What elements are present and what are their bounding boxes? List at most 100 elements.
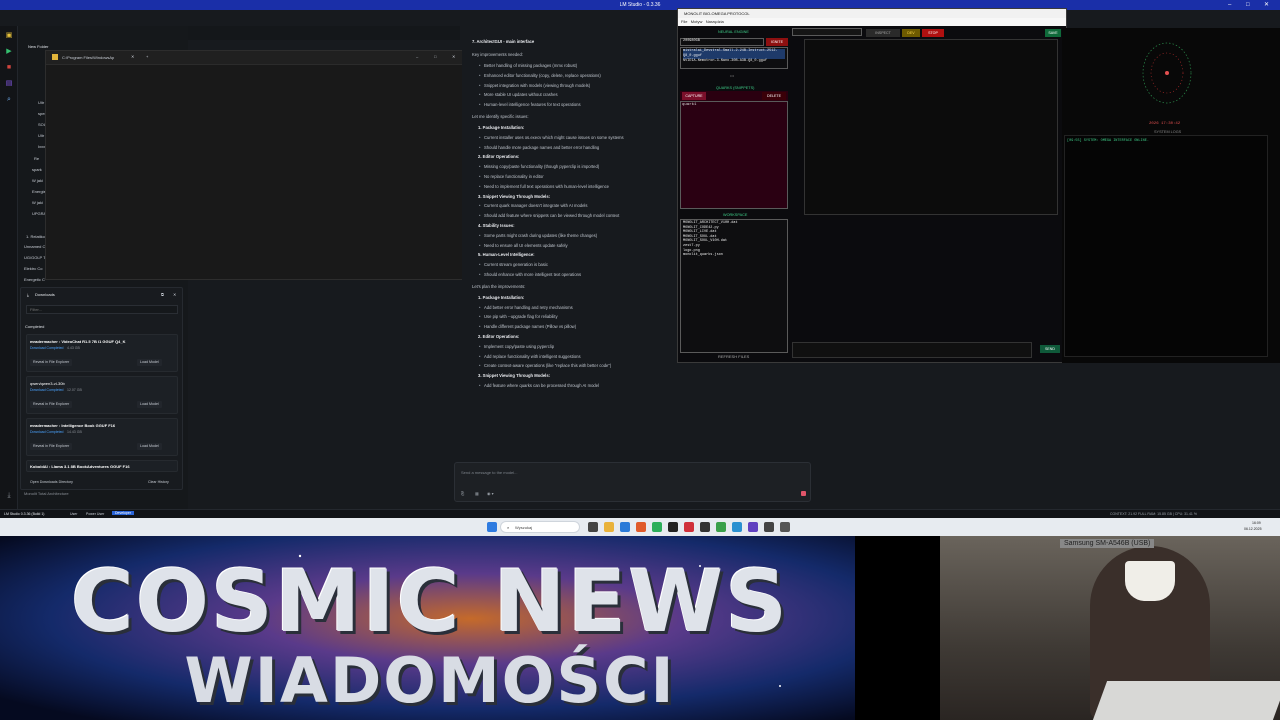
app-icon[interactable]	[748, 522, 758, 532]
task-view-icon[interactable]	[588, 522, 598, 532]
file-item[interactable]: monolit_quarks.json	[683, 253, 785, 258]
download-item: KoboldAI : Llama 3.1 8B BookAdventures G…	[26, 460, 178, 472]
sidebar-item[interactable]: Ultr	[38, 133, 44, 138]
download-item: qwen/qwen3-vl-30b Download Completed 12.…	[26, 376, 178, 414]
developer-icon[interactable]: ▶	[4, 48, 14, 56]
stop-generation-button[interactable]	[801, 491, 806, 496]
store-icon[interactable]	[620, 522, 630, 532]
sidebar-item[interactable]: Unnamed C	[24, 244, 45, 249]
send-button[interactable]: SEND	[1040, 345, 1060, 353]
search-icon[interactable]: ⌕	[4, 96, 14, 104]
sidebar-item[interactable]: Re	[34, 156, 39, 161]
chat-heading: 3. Snippet Viewing Through Models:	[478, 193, 551, 199]
ignite-button[interactable]: IGNITE	[766, 38, 788, 46]
sidebar-item[interactable]: Energie	[32, 189, 46, 194]
taskbar-clock[interactable]: 16:09	[1252, 521, 1261, 525]
sidebar-item[interactable]: 1. Relatikon	[26, 234, 47, 239]
close-tab-icon[interactable]: ✕	[131, 54, 134, 59]
open-downloads-dir-button[interactable]: Open Downloads Directory	[27, 479, 76, 486]
close-icon[interactable]: ✕	[1264, 0, 1269, 10]
banner-title: COSMIC NEWS	[70, 552, 790, 652]
chat-heading: 1. Package Installation:	[478, 294, 525, 300]
model-list-item[interactable]: NVIDIA-Nemotron-3-Nano-30B-A3B-Q8_0.gguf	[683, 59, 785, 64]
refresh-files-button[interactable]: REFRESH FILES	[718, 354, 749, 359]
load-model-button[interactable]: Load Model	[137, 359, 162, 366]
composer-input[interactable]: Send a message to the model...	[461, 470, 517, 475]
sidebar-item[interactable]: Elektrc Co	[24, 266, 42, 271]
start-icon[interactable]	[487, 522, 497, 532]
download-icon[interactable]: ⤓	[4, 492, 14, 500]
model-list-item-selected[interactable]: mistralai_Devstral-Small-2-24B-Instruct-…	[683, 49, 785, 59]
chat-icon[interactable]: ▣	[4, 32, 14, 40]
delete-button[interactable]: DELETE	[762, 92, 786, 100]
mode-user[interactable]: User	[70, 512, 77, 516]
taskbar-date[interactable]: 06.12.2025	[1244, 527, 1262, 531]
app-icon[interactable]	[732, 522, 742, 532]
clear-history-button[interactable]: Clear History	[145, 479, 172, 486]
explorer-tab-title[interactable]: C:\Program Files\WindowsAp	[62, 55, 114, 60]
sidebar-item[interactable]: W jaki	[32, 200, 43, 205]
taskbar-search[interactable]: ⌕ Wyszukaj	[500, 521, 580, 533]
webcam-device-label: Samsung SM-A546B (USB)	[1060, 539, 1155, 548]
reveal-button[interactable]: Reveal in File Explorer	[30, 443, 73, 450]
chat-paragraph: Let's plan the improvements:	[472, 283, 526, 289]
chat-bullet-line: Create context-aware operations (like "r…	[479, 363, 611, 368]
dev-button[interactable]: DEV	[902, 29, 920, 37]
stop-button[interactable]: STOP	[922, 29, 944, 37]
close-icon[interactable]: ✕	[452, 54, 455, 59]
popout-icon[interactable]: ⧉	[161, 292, 164, 297]
minimize-icon[interactable]: –	[1228, 0, 1231, 10]
app-icon[interactable]	[684, 522, 694, 532]
prompt-input[interactable]	[792, 342, 1032, 358]
tool-icon[interactable]: ◉ ▾	[487, 491, 494, 496]
sidebar-item[interactable]: Ultr	[38, 100, 44, 105]
app-icon[interactable]	[764, 522, 774, 532]
brave-icon[interactable]	[636, 522, 646, 532]
activity-bar: ▣ ▶ ■ ▤ ⌕ ⤓	[0, 26, 18, 510]
maximize-icon[interactable]: □	[1246, 0, 1250, 10]
load-model-button[interactable]: Load Model	[137, 401, 162, 408]
quark-item[interactable]: quark1	[682, 103, 696, 107]
downloads-filter-input[interactable]	[26, 305, 178, 314]
chrome-icon[interactable]	[652, 522, 662, 532]
attach-icon[interactable]: ⎘	[461, 491, 464, 496]
protocol-menu: File Motyw Narzędzia	[678, 18, 1066, 26]
folder-label[interactable]: New Folder	[28, 44, 48, 49]
chat-heading: 5. Human-Level Intelligence:	[478, 252, 535, 258]
load-model-button[interactable]: Load Model	[137, 443, 162, 450]
terminal-icon[interactable]	[668, 522, 678, 532]
reveal-button[interactable]: Reveal in File Explorer	[30, 401, 73, 408]
save-button[interactable]: SAVE	[1045, 29, 1061, 37]
code-editor[interactable]	[804, 39, 1058, 215]
system-log-panel: [09:55] SYSTEM: OMEGA INTERFACE ONLINE.	[1064, 135, 1268, 357]
model-path-field[interactable]: 200980GB	[680, 38, 764, 46]
reveal-button[interactable]: Reveal in File Explorer	[30, 359, 73, 366]
editor-search-input[interactable]	[792, 28, 862, 36]
chat-heading: 4. Stability Issues:	[478, 223, 515, 228]
menu-tools[interactable]: Narzędzia	[706, 19, 724, 24]
app-icon[interactable]	[716, 522, 726, 532]
maximize-icon[interactable]: □	[434, 54, 436, 59]
settings-icon[interactable]: ▦	[475, 491, 479, 496]
sidebar-item[interactable]: W jaki	[32, 178, 43, 183]
chat-bullet-line: Current quark manager doesn't integrate …	[479, 203, 587, 208]
menu-theme[interactable]: Motyw	[691, 19, 703, 24]
mode-developer[interactable]: Developer	[112, 511, 134, 515]
github-icon[interactable]	[700, 522, 710, 532]
sidebar-item[interactable]: UG/GOLP T	[24, 255, 46, 260]
lmstudio-icon[interactable]	[780, 522, 790, 532]
inspect-button[interactable]: INSPECT	[866, 29, 900, 37]
menu-file[interactable]: File	[681, 19, 687, 24]
models-icon[interactable]: ■	[4, 64, 14, 72]
sidebar-item[interactable]: Energetic C	[24, 277, 45, 282]
folder-icon[interactable]: ▤	[4, 80, 14, 88]
new-tab-icon[interactable]: +	[146, 54, 148, 59]
sidebar-item[interactable]: spark	[32, 167, 42, 172]
workspace-label: WORKSPACE	[723, 213, 748, 217]
file-explorer-icon[interactable]	[604, 522, 614, 532]
close-icon[interactable]: ✕	[173, 292, 176, 297]
capture-button[interactable]: CAPTURE	[682, 92, 706, 100]
mode-power-user[interactable]: Power User	[86, 512, 104, 516]
minimize-icon[interactable]: –	[416, 54, 418, 59]
sidebar-footer[interactable]: Monolit Total Architecture	[24, 491, 69, 496]
